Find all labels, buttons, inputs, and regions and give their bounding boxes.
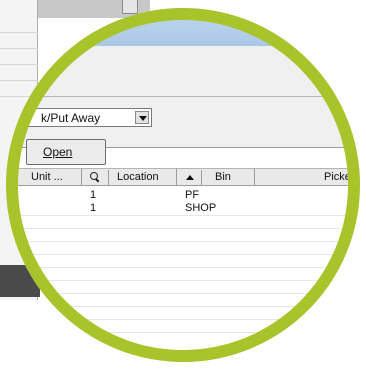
open-button-label: Open [43, 145, 73, 159]
window-title-bar [6, 8, 360, 46]
column-header-location[interactable]: Location [81, 169, 176, 186]
grid-row-line [6, 215, 360, 216]
search-icon[interactable] [8, 172, 17, 181]
mode-select-value: k/Put Away [41, 111, 101, 125]
column-header-picked[interactable]: Picked [254, 169, 360, 186]
magnifier-lens: k/Put Away Open Unit ... Location Bin Pi… [6, 8, 360, 362]
chevron-down-icon[interactable] [135, 111, 149, 124]
cell-unit: 1 [90, 189, 97, 201]
search-icon[interactable] [90, 172, 99, 181]
grid-row-line [6, 241, 360, 242]
cell-bin: SHOP [185, 202, 217, 214]
cell-picked: 10 [347, 189, 360, 201]
grid-row-line [6, 254, 360, 255]
grid-row-line [6, 228, 360, 229]
header-divider [108, 170, 109, 185]
cell-bin: PF [185, 189, 200, 201]
column-header-unit[interactable]: Unit ... [6, 169, 80, 186]
cell-picked: 12 [347, 202, 360, 214]
sort-ascending-icon[interactable] [186, 175, 194, 180]
column-header-bin[interactable]: Bin [176, 169, 254, 186]
mode-select[interactable]: k/Put Away [6, 108, 152, 127]
column-label: Picked [324, 171, 358, 183]
column-label: Unit ... [31, 171, 63, 183]
toolbar-divider [6, 96, 360, 97]
column-label: Bin [215, 171, 231, 183]
header-divider [201, 170, 202, 185]
cell-lead: a. [6, 202, 16, 214]
open-button[interactable]: Open [26, 139, 106, 165]
cell-unit: 1 [90, 202, 97, 214]
grid-row-line [6, 267, 360, 268]
picking-grid: Unit ... Location Bin Picked a. 1 PF 10 [6, 168, 360, 362]
grid-row-line [6, 280, 360, 281]
grid-row-line [6, 293, 360, 294]
cell-lead: a. [6, 189, 16, 201]
toolbar-area: k/Put Away Open [6, 46, 360, 165]
grid-row-line [6, 319, 360, 320]
table-row[interactable]: a. 1 SHOP 12 [6, 202, 360, 214]
grid-header: Unit ... Location Bin Picked [6, 168, 360, 186]
grid-row-line [6, 306, 360, 307]
column-label: Location [117, 171, 159, 183]
table-row[interactable]: a. 1 PF 10 [6, 189, 360, 201]
grid-row-line [6, 332, 360, 333]
